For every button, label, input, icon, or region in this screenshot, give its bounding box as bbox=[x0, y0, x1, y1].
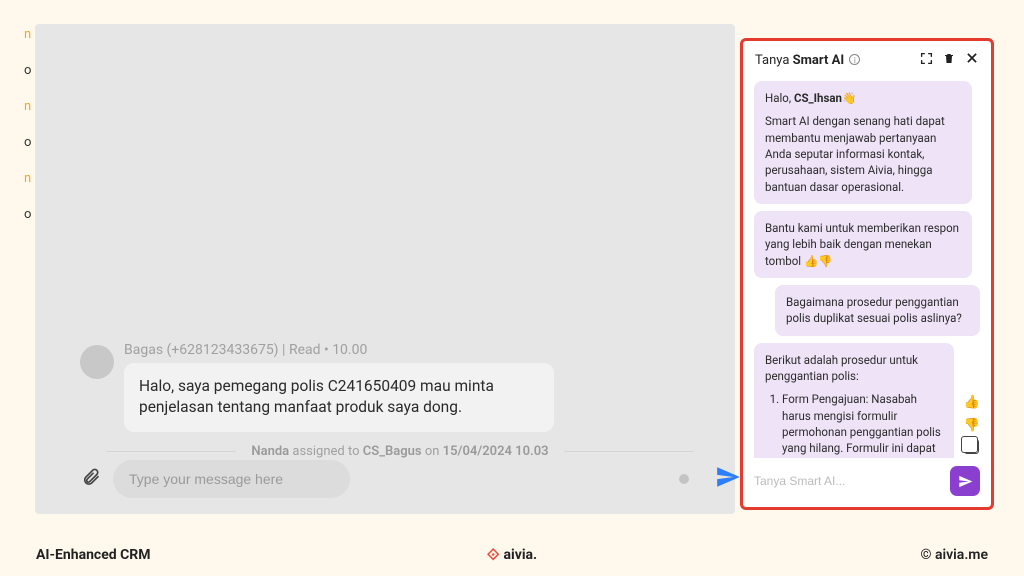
smart-ai-panel: Tanya Smart AI i Halo, CS_Ihsan👋 Smart A… bbox=[740, 38, 994, 510]
attachment-icon[interactable] bbox=[81, 466, 101, 492]
ai-panel-title: Tanya Smart AI i bbox=[755, 53, 920, 68]
thumbs-down-icon[interactable]: 👎 bbox=[964, 417, 980, 435]
ai-reactions: 👍 👎 bbox=[964, 394, 980, 454]
assign-user1: Nanda bbox=[251, 444, 289, 459]
ai-answer-list: Form Pengajuan: Nasabah harus mengisi fo… bbox=[765, 391, 943, 458]
list-item: Form Pengajuan: Nasabah harus mengisi fo… bbox=[782, 391, 943, 458]
ai-user-question: Bagaimana prosedur penggantian polis dup… bbox=[775, 285, 980, 336]
message-input[interactable] bbox=[113, 460, 350, 498]
sender-phone: (+628123433675) bbox=[167, 342, 279, 358]
info-icon[interactable]: i bbox=[849, 54, 860, 65]
close-icon[interactable] bbox=[965, 51, 979, 69]
assign-user2: CS_Bagus bbox=[363, 444, 422, 459]
copy-icon[interactable] bbox=[964, 439, 979, 454]
ai-help-bubble: Bantu kami untuk memberikan respon yang … bbox=[754, 211, 972, 278]
message-meta: Bagas (+628123433675) | Read • 10.00 bbox=[124, 342, 367, 358]
expand-icon[interactable] bbox=[920, 52, 933, 69]
footer-right: © aivia.me bbox=[921, 547, 988, 563]
thumbs-up-icon[interactable]: 👍 bbox=[964, 394, 980, 412]
message-body: Halo, saya pemegang polis C241650409 mau… bbox=[124, 363, 554, 432]
delete-icon[interactable] bbox=[943, 52, 955, 69]
side-fragments: nonono bbox=[24, 28, 31, 244]
logo-mark-icon: ⟐ bbox=[487, 545, 500, 565]
read-status: Read bbox=[289, 342, 321, 358]
ai-panel-actions bbox=[920, 51, 979, 69]
ai-panel-header: Tanya Smart AI i bbox=[743, 41, 991, 77]
footer-logo: ⟐ aivia. bbox=[487, 545, 537, 565]
ai-chat-body: Halo, CS_Ihsan👋 Smart AI dengan senang h… bbox=[743, 77, 991, 458]
assignment-line: Nanda assigned to CS_Bagus on 15/04/2024… bbox=[80, 444, 720, 459]
ai-input[interactable] bbox=[754, 466, 942, 496]
footer-left: AI-Enhanced CRM bbox=[36, 547, 151, 563]
ai-answer-bubble: Berikut adalah prosedur untuk penggantia… bbox=[754, 343, 954, 458]
footer: AI-Enhanced CRM ⟐ aivia. © aivia.me bbox=[0, 534, 1024, 576]
chat-main-area: Bagas (+628123433675) | Read • 10.00 Hal… bbox=[35, 24, 735, 514]
avatar bbox=[80, 345, 114, 379]
ai-greeting-bubble: Halo, CS_Ihsan👋 Smart AI dengan senang h… bbox=[754, 81, 972, 204]
message-time: 10.00 bbox=[332, 342, 367, 358]
assign-datetime: 15/04/2024 10.03 bbox=[443, 444, 549, 459]
message-input-row bbox=[81, 460, 741, 498]
send-icon[interactable] bbox=[715, 464, 741, 494]
ai-send-button[interactable] bbox=[950, 466, 980, 496]
input-indicator-icon bbox=[679, 474, 689, 484]
sender-name: Bagas bbox=[124, 342, 163, 358]
ai-input-row bbox=[743, 458, 991, 507]
